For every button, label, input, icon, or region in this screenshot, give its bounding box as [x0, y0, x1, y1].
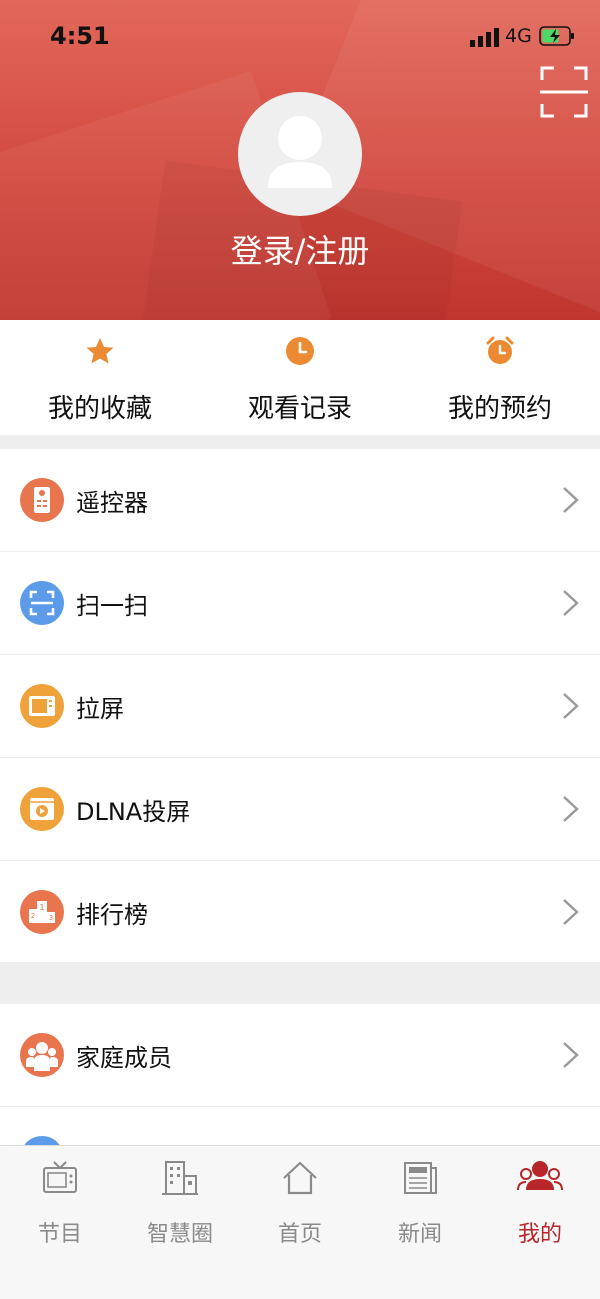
menu-item-label: DLNA投屏: [76, 798, 191, 826]
tab-label: 节目: [37, 1222, 82, 1247]
podium-icon: 1 2 3: [20, 890, 64, 934]
quick-history-label: 观看记录: [247, 394, 352, 424]
tab-news[interactable]: 新闻: [360, 1146, 480, 1256]
menu-item-label: 扫一扫: [76, 592, 148, 620]
battery-charging-icon: [539, 26, 574, 46]
tab-programs[interactable]: 节目: [0, 1146, 120, 1256]
tab-mine[interactable]: 我的: [480, 1146, 600, 1256]
svg-text:2: 2: [31, 912, 35, 920]
tab-label: 首页: [277, 1222, 322, 1247]
people-icon: [517, 1161, 563, 1191]
family-icon: [20, 1033, 64, 1077]
menu-item-label: 拉屏: [76, 695, 124, 723]
status-bar: 4:51 4G: [0, 0, 600, 72]
clock-icon: [286, 337, 314, 365]
menu-item-ranking[interactable]: 1 2 3 排行榜: [0, 861, 600, 964]
section-divider: [0, 435, 600, 449]
star-icon: [86, 338, 114, 364]
quick-favorites[interactable]: 我的收藏: [0, 320, 200, 435]
chevron-right-icon: [563, 693, 579, 719]
signal-icon: [470, 28, 499, 47]
home-icon: [283, 1161, 317, 1195]
menu-item-family[interactable]: 家庭成员: [0, 1004, 600, 1107]
quick-reservations-label: 我的预约: [447, 394, 552, 424]
chevron-right-icon: [563, 899, 579, 925]
svg-text:1: 1: [39, 903, 44, 912]
tv-icon: [43, 1161, 77, 1193]
network-type: 4G: [505, 25, 532, 47]
alarm-icon: [486, 336, 514, 364]
news-icon: [404, 1162, 437, 1194]
tab-home[interactable]: 首页: [240, 1146, 360, 1256]
login-register-link[interactable]: 登录/注册: [0, 226, 600, 272]
chevron-right-icon: [563, 487, 579, 513]
tab-label: 新闻: [397, 1222, 442, 1247]
quick-reservations[interactable]: 我的预约: [400, 320, 600, 435]
remote-control-icon: [20, 478, 64, 522]
scan-icon: [20, 581, 64, 625]
tab-smart-circle[interactable]: 智慧圈: [120, 1146, 240, 1256]
menu-item-label: 遥控器: [76, 489, 148, 517]
scan-icon[interactable]: [540, 66, 588, 118]
menu-item-label: 排行榜: [76, 901, 148, 929]
svg-text:3: 3: [49, 914, 53, 922]
building-icon: [162, 1161, 198, 1195]
quick-favorites-label: 我的收藏: [47, 394, 152, 424]
bottom-tab-bar: 节目 智慧圈 首页 新闻 我的: [0, 1145, 600, 1299]
pull-screen-icon: [20, 684, 64, 728]
quick-actions: 我的收藏 观看记录 我的预约: [0, 320, 600, 435]
section-divider: [0, 962, 600, 1004]
tab-label: 我的: [517, 1222, 562, 1247]
profile-header: 4:51 4G 登录/注册: [0, 0, 600, 320]
menu-item-dlna[interactable]: DLNA投屏: [0, 758, 600, 861]
menu-item-pull-screen[interactable]: 拉屏: [0, 655, 600, 758]
quick-history[interactable]: 观看记录: [200, 320, 400, 435]
tab-label: 智慧圈: [146, 1222, 213, 1247]
avatar[interactable]: [238, 92, 362, 216]
user-silhouette-icon: [268, 116, 332, 188]
menu-item-remote[interactable]: 遥控器: [0, 449, 600, 552]
dlna-cast-icon: [20, 787, 64, 831]
menu-item-scan[interactable]: 扫一扫: [0, 552, 600, 655]
chevron-right-icon: [563, 796, 579, 822]
chevron-right-icon: [563, 1042, 579, 1068]
status-time: 4:51: [50, 22, 110, 50]
menu-item-label: 家庭成员: [76, 1044, 172, 1072]
chevron-right-icon: [563, 590, 579, 616]
